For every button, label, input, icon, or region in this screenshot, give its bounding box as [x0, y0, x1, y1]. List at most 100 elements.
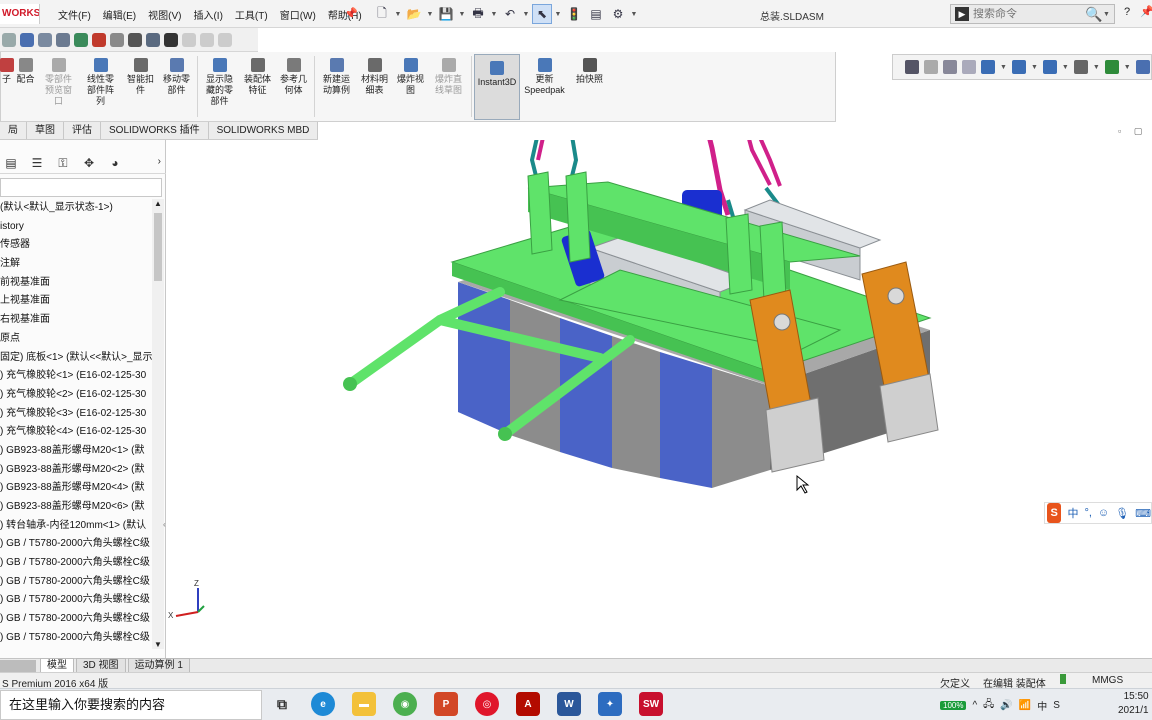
ime-punctuation[interactable]: °, — [1084, 507, 1091, 519]
ribbon-button-8[interactable]: 参考几 何体 — [276, 52, 312, 118]
chevron-down-icon[interactable]: ▼ — [1124, 64, 1131, 71]
feature-tree-node[interactable]: ) GB923-88盖形螺母M20<6> (默 — [0, 498, 152, 517]
feature-tree-node[interactable]: ) 充气橡胶轮<2> (E16-02-125-30 — [0, 386, 152, 405]
microphone-icon[interactable]: 🎙 — [1115, 507, 1129, 520]
property-manager-icon[interactable]: ☰ — [30, 156, 44, 170]
apply-scene-icon[interactable] — [1104, 60, 1119, 74]
feature-tree-node[interactable]: 固定) 底板<1> (默认<<默认>_显示 — [0, 349, 152, 368]
feature-tree-node[interactable]: istory — [0, 218, 152, 237]
solidworks-taskbar-icon[interactable]: SW — [639, 692, 663, 716]
command-search[interactable]: ▶ 🔍 ▼ — [950, 4, 1115, 24]
network-icon[interactable]: 🖧 — [983, 697, 994, 714]
feature-tree-node[interactable]: ) 充气橡胶轮<1> (E16-02-125-30 — [0, 367, 152, 386]
chevron-down-icon[interactable]: ▼ — [1062, 64, 1069, 71]
pin-icon[interactable]: 📌 — [344, 7, 358, 20]
chrome-icon[interactable]: ◉ — [393, 692, 417, 716]
wifi-icon[interactable]: 📶 — [1019, 700, 1031, 711]
feature-tree-node[interactable]: ) 充气橡胶轮<3> (E16-02-125-30 — [0, 405, 152, 424]
feature-tree-icon[interactable]: ▤ — [4, 156, 18, 170]
edit-appearance-icon[interactable] — [1073, 60, 1088, 74]
menu-file[interactable]: 文件(F) — [52, 7, 97, 22]
configuration-manager-icon[interactable]: ⚿ — [56, 156, 70, 170]
feature-tree-node[interactable]: ) GB / T5780-2000六角头螺栓C级 — [0, 554, 152, 573]
tool-icon[interactable] — [92, 32, 106, 47]
assembly-model[interactable] — [167, 140, 1152, 658]
ribbon-button-4[interactable]: 智能扣 件 — [123, 52, 159, 118]
bottom-tab-2[interactable]: 运动算例 1 — [127, 658, 190, 673]
chevron-down-icon[interactable]: ▼ — [426, 11, 434, 18]
tool-icon[interactable] — [56, 32, 70, 47]
search-icon[interactable]: 🔍 — [1085, 6, 1102, 23]
chevron-down-icon[interactable]: ▼ — [394, 11, 402, 18]
feature-tree-node[interactable]: ) 充气橡胶轮<4> (E16-02-125-30 — [0, 423, 152, 442]
feature-tree-node[interactable]: ) GB / T5780-2000六角头螺栓C级 — [0, 573, 152, 592]
command-search-input[interactable] — [973, 8, 1083, 20]
tool-icon[interactable] — [74, 32, 88, 47]
tree-scrollbar[interactable]: ▲ ▼ — [152, 199, 164, 649]
panel-splitter[interactable]: ‹ — [163, 520, 166, 529]
feature-filter-input[interactable] — [0, 178, 162, 197]
tool-icon[interactable] — [2, 32, 16, 47]
restore-view-icon[interactable]: ▫ — [1118, 126, 1121, 136]
chevron-down-icon[interactable]: ▼ — [490, 11, 498, 18]
view-settings-icon[interactable] — [1135, 60, 1150, 74]
feature-tree-node[interactable]: (默认<默认_显示状态-1>) — [0, 199, 152, 218]
options-gear-icon[interactable]: ⚙ — [608, 4, 628, 24]
tab-mbd[interactable]: SOLIDWORKS MBD — [209, 122, 319, 139]
acrobat-icon[interactable]: A — [516, 692, 540, 716]
feature-tree-node[interactable]: ) GB / T5780-2000六角头螺栓C级 — [0, 591, 152, 610]
volume-icon[interactable]: 🔊 — [1000, 700, 1012, 711]
powerpoint-icon[interactable]: P — [434, 692, 458, 716]
search-mode-icon[interactable]: ▶ — [955, 7, 969, 21]
tab-evaluate[interactable]: 评估 — [64, 122, 101, 139]
pin-window-icon[interactable]: 📌 — [1140, 5, 1152, 18]
chevron-down-icon[interactable]: ▼ — [1031, 64, 1038, 71]
feature-tree-node[interactable]: 前视基准面 — [0, 274, 152, 293]
ribbon-button-7[interactable]: 装配体 特征 — [240, 52, 276, 118]
feature-tree-node[interactable]: 原点 — [0, 330, 152, 349]
ribbon-button-10[interactable]: 材料明 细表 — [357, 52, 393, 118]
rebuild-icon[interactable]: 🚦 — [564, 4, 584, 24]
zoom-area-icon[interactable] — [924, 60, 938, 74]
file-properties-icon[interactable]: ▤ — [586, 4, 606, 24]
keyboard-icon[interactable]: ⌨ — [1135, 507, 1151, 520]
scroll-thumb[interactable] — [154, 213, 162, 281]
ribbon-button-1[interactable]: 配合 — [13, 52, 39, 118]
chevron-right-icon[interactable]: › — [158, 156, 161, 167]
ribbon-button-6[interactable]: 显示隐 藏的零 部件 — [200, 52, 240, 118]
graphics-area[interactable] — [167, 140, 1152, 658]
help-button[interactable]: ? — [1124, 6, 1130, 18]
show-hidden-icons-icon[interactable]: ^ — [972, 700, 977, 711]
ime-mode[interactable]: 中 — [1067, 505, 1078, 521]
design-app-icon[interactable]: ✦ — [598, 692, 622, 716]
ribbon-button-15[interactable]: 拍快照 — [570, 52, 610, 118]
bottom-tab-0[interactable]: 模型 — [40, 658, 74, 673]
menu-window[interactable]: 窗口(W) — [274, 7, 322, 22]
select-cursor-icon[interactable]: ⬉ — [532, 4, 552, 24]
tool-icon[interactable] — [146, 32, 160, 47]
chevron-down-icon[interactable]: ▼ — [1093, 64, 1100, 71]
chevron-down-icon[interactable]: ▼ — [458, 11, 466, 18]
open-folder-icon[interactable]: 📂 — [404, 4, 424, 24]
scroll-up-icon[interactable]: ▲ — [154, 199, 162, 208]
clock[interactable]: 15:50 2021/1 — [1118, 690, 1149, 718]
dimxpert-icon[interactable]: ✥ — [82, 156, 96, 170]
task-view-icon[interactable]: ⧉ — [270, 692, 294, 716]
menu-insert[interactable]: 插入(I) — [187, 7, 228, 22]
print-icon[interactable]: 🖶 — [468, 4, 488, 24]
sogou-tray-icon[interactable]: S — [1053, 700, 1060, 711]
unit-system[interactable]: MMGS — [1092, 675, 1123, 686]
sogou-logo[interactable]: S — [1047, 503, 1062, 523]
feature-tree-node[interactable]: 传感器 — [0, 236, 152, 255]
new-document-icon[interactable]: 🗋 — [372, 4, 392, 24]
tool-icon[interactable] — [164, 32, 178, 47]
ribbon-button-3[interactable]: 线性零 部件阵 列 — [79, 52, 123, 118]
feature-tree-node[interactable]: ) GB / T5780-2000六角头螺栓C级 — [0, 535, 152, 554]
ime-tray-icon[interactable]: 中 — [1037, 698, 1047, 713]
feature-tree-node[interactable]: ) GB923-88盖形螺母M20<2> (默 — [0, 461, 152, 480]
maximize-view-icon[interactable]: ▢ — [1134, 126, 1143, 136]
emoji-icon[interactable]: ☺ — [1098, 507, 1109, 519]
chevron-down-icon[interactable]: ▼ — [522, 11, 530, 18]
chevron-down-icon[interactable]: ▼ — [1102, 11, 1110, 18]
ribbon-button-5[interactable]: 移动零 部件 — [159, 52, 195, 118]
